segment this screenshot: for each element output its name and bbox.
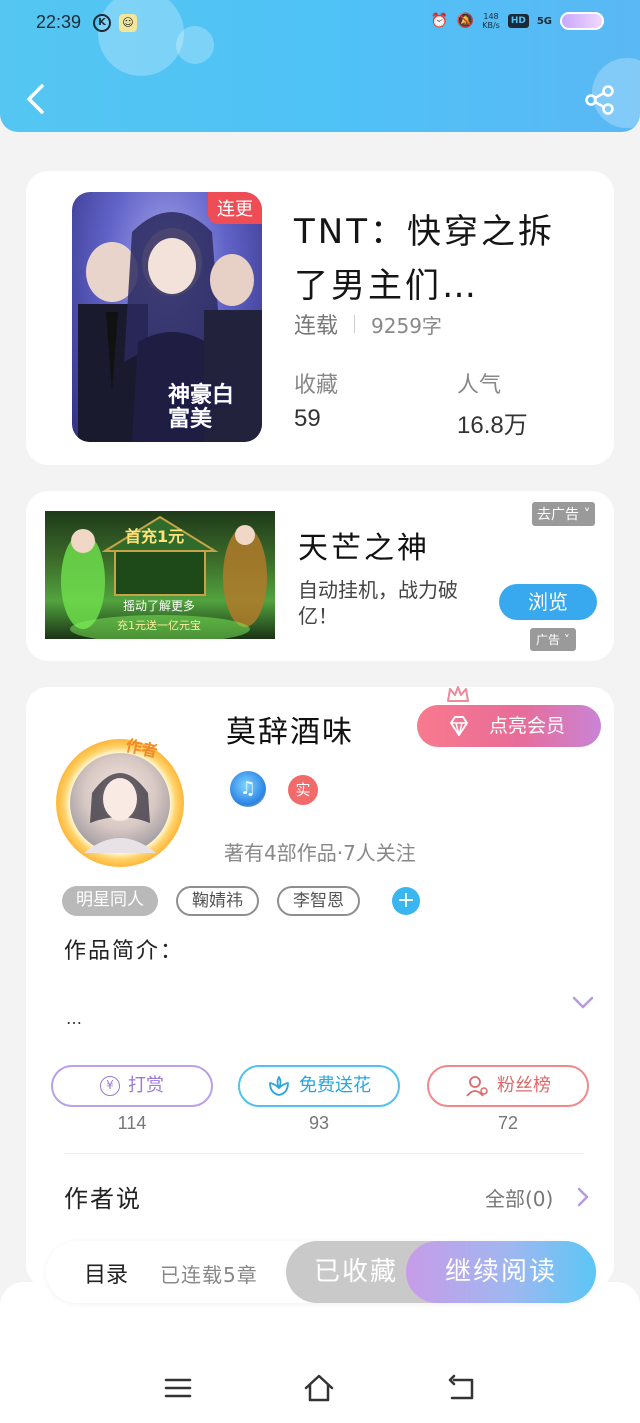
author-card: 作者 莫辞酒味 点亮会员 ♫ 实 著有4部作品·7人关注 明星同人 鞠婧祎 李智… [26,686,614,1287]
system-nav-bar [0,1282,640,1423]
network-speed-value: 148 [483,12,499,21]
remove-ad-button[interactable]: 去广告 ˅ [532,502,596,526]
network-speed: 148 KB/s [482,12,500,30]
add-tag-icon[interactable]: + [392,887,420,915]
music-badge-icon[interactable]: ♫ [230,771,266,807]
tag-list: 明星同人 鞠婧祎 李智恩 + [62,886,420,916]
favorites-value: 59 [294,405,321,432]
ad-title: 天芒之神 [298,531,430,566]
avatar[interactable] [70,753,170,853]
intro-text: … [66,1009,82,1028]
back-arrow-icon[interactable] [22,82,50,116]
status-bar: 22:39 K ☺ ⏰ 🔕 148 KB/s HD 5G [0,0,640,48]
fans-ranking-button[interactable]: 粉丝榜 [427,1065,589,1107]
popularity-label: 人气 [457,373,502,398]
ad-image-title: 首充1元 [125,527,185,546]
popularity-stat: 人气 16.8万 [457,367,528,440]
book-cover[interactable]: 连更 神豪白富美 [72,192,262,442]
ad-image-offer: 充1元送一亿元宝 [117,619,201,632]
reading-action-bar: 目录 已连载5章 已收藏 继续阅读 [46,1241,596,1303]
tag-chip[interactable]: 明星同人 [62,886,158,916]
flower-icon [269,1076,289,1096]
ad-image[interactable]: 首充1元 摇动了解更多 充1元送一亿元宝 [45,511,275,639]
ad-label-tag[interactable]: 广告 ˅ [530,628,576,651]
view-all-link[interactable]: 全部(0) [485,1183,553,1212]
reward-button[interactable]: ¥ 打赏 [51,1065,213,1107]
network-speed-unit: KB/s [482,21,500,30]
favorites-stat: 收藏 59 [294,367,338,433]
intro-heading: 作品简介： [64,939,185,964]
book-status-row: 连载 9259字 [294,308,442,340]
reward-label: 打赏 [128,1075,164,1096]
chevron-right-icon[interactable] [577,1187,589,1207]
reward-count: 114 [117,1113,147,1133]
verified-badge[interactable]: 实 [288,775,318,805]
status-icons: ⏰ 🔕 148 KB/s HD 5G [430,12,604,30]
header-bar: 22:39 K ☺ ⏰ 🔕 148 KB/s HD 5G [0,0,640,132]
signal-icon: 5G [536,15,552,27]
status-divider [354,315,356,333]
alarm-icon: ⏰ [430,13,448,29]
table-of-contents-button[interactable]: 目录 [84,1257,128,1289]
user-icon [466,1076,488,1097]
ad-browse-button[interactable]: 浏览 [499,584,597,620]
chevron-down-icon: ˅ [579,507,591,523]
author-name: 莫辞酒味 [226,715,354,750]
yen-icon: ¥ [100,1076,120,1096]
cover-badge: 连更 [208,192,262,224]
flower-label: 免费送花 [299,1075,371,1096]
k-app-icon: K [93,14,111,32]
vip-button-label: 点亮会员 [489,715,566,737]
fans-label: 粉丝榜 [497,1075,551,1096]
word-count: 9259字 [371,313,442,338]
hd-icon: HD [507,14,529,28]
status-time: 22:39 [36,12,82,32]
diamond-icon [450,716,468,736]
chapter-count: 已连载5章 [160,1263,258,1287]
back-nav-icon[interactable] [446,1372,478,1404]
crown-icon [447,686,469,702]
ad-card[interactable]: 首充1元 摇动了解更多 充1元送一亿元宝 天芒之神 自动挂机，战力破亿！ 浏览 … [26,491,614,661]
share-icon[interactable] [584,84,616,116]
book-title: TNT：快穿之拆了男主们… [294,212,555,306]
face-app-icon: ☺ [119,14,137,32]
book-status: 连载 [294,314,339,339]
menu-icon[interactable] [162,1372,194,1404]
ad-description: 自动挂机，战力破亿！ [298,578,458,628]
author-stats: 著有4部作品·7人关注 [224,841,416,865]
mute-icon: 🔕 [456,13,474,29]
favorites-label: 收藏 [294,373,339,398]
tag-chip[interactable]: 鞠婧祎 [176,886,259,916]
send-flower-button[interactable]: 免费送花 [238,1065,400,1107]
ad-tag-label: 广告 [536,633,561,647]
home-icon[interactable] [303,1372,335,1404]
book-info-card: 连更 神豪白富美 TNT：快穿之拆了男主们… 连载 9259字 收藏 59 人气… [26,171,614,465]
avatar-portrait [84,773,156,853]
ad-image-caption: 摇动了解更多 [123,599,196,613]
section-divider [64,1153,584,1154]
activate-vip-button[interactable]: 点亮会员 [417,705,601,747]
battery-icon [560,12,604,30]
author-says-heading: 作者说 [64,1185,142,1213]
tag-chip[interactable]: 李智恩 [277,886,360,916]
fans-count: 72 [497,1113,519,1133]
expand-chevron-icon[interactable] [571,995,595,1011]
chevron-down-icon: ˅ [560,633,570,647]
flower-count: 93 [308,1113,330,1133]
cover-title-art: 神豪白富美 [168,383,235,432]
remove-ad-label: 去广告 [537,507,579,523]
continue-reading-button[interactable]: 继续阅读 [406,1241,596,1303]
popularity-value: 16.8万 [457,412,528,439]
